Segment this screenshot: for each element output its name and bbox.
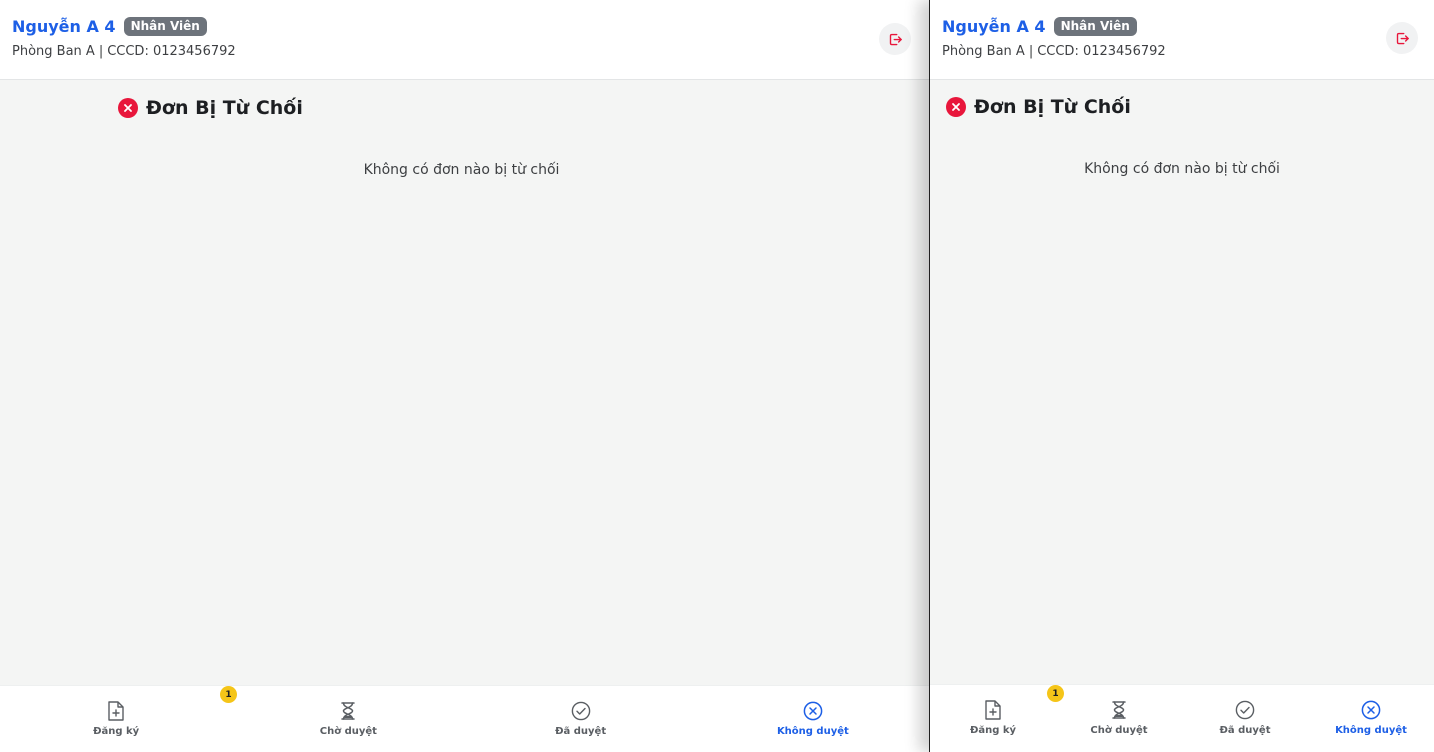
nav-label-rejected: Không duyệt	[776, 726, 849, 737]
nav-label-register: Đăng ký	[93, 726, 140, 737]
user-header: Nguyễn A 4 Nhân Viên Phòng Ban A | CCCD: 0…	[0, 0, 929, 80]
pending-count-badge: 1	[220, 686, 237, 703]
nav-label-pending: Chờ duyệt	[319, 726, 377, 737]
empty-state-message: Không có đơn nào bị từ chối	[1084, 161, 1280, 177]
file-plus-icon	[107, 700, 125, 722]
nav-item-approved[interactable]: Đã duyệt	[465, 686, 697, 752]
user-name: Nguyễn A 4	[942, 17, 1046, 36]
id-label: CCCD: 0123456792	[107, 44, 236, 59]
role-badge: Nhân Viên	[123, 17, 207, 36]
hourglass-icon	[1111, 699, 1127, 721]
nav-label-rejected: Không duyệt	[1335, 725, 1407, 736]
nav-item-pending[interactable]: Chờ duyệt	[232, 686, 464, 752]
bottom-nav: Đăng ký Chờ duyệt Đã duyệt Không duyệt 1	[0, 685, 929, 752]
nav-label-pending: Chờ duyệt	[1090, 725, 1148, 736]
nav-label-approved: Đã duyệt	[1219, 725, 1271, 736]
section-title: Đơn Bị Từ Chối	[118, 97, 303, 119]
nav-item-rejected[interactable]: Không duyệt	[697, 686, 929, 752]
user-line: Nguyễn A 4 Nhân Viên	[942, 17, 1137, 36]
app-window-left: Nguyễn A 4 Nhân Viên Phòng Ban A | CCCD: 0…	[0, 0, 929, 752]
role-badge: Nhân Viên	[1053, 17, 1137, 36]
page-title: Đơn Bị Từ Chối	[146, 97, 303, 119]
logout-icon	[889, 33, 902, 45]
user-header: Nguyễn A 4 Nhân Viên Phòng Ban A | CCCD: 0…	[930, 0, 1434, 80]
close-circle-icon	[118, 98, 138, 118]
app-window-right: Nguyễn A 4 Nhân Viên Phòng Ban A | CCCD: 0…	[929, 0, 1434, 752]
logout-button[interactable]	[1386, 22, 1418, 54]
logout-icon	[1396, 32, 1409, 44]
user-name: Nguyễn A 4	[12, 17, 116, 36]
logout-button[interactable]	[879, 23, 911, 55]
x-circle-icon	[803, 700, 823, 722]
nav-item-rejected[interactable]: Không duyệt	[1308, 685, 1434, 752]
nav-item-approved[interactable]: Đã duyệt	[1182, 685, 1308, 752]
meta-separator: |	[1028, 44, 1034, 59]
x-circle-icon	[1361, 699, 1381, 721]
check-circle-icon	[571, 700, 591, 722]
nav-label-register: Đăng ký	[969, 725, 1017, 736]
check-circle-icon	[1235, 699, 1255, 721]
user-meta: Phòng Ban A | CCCD: 0123456792	[942, 44, 1166, 59]
department-label: Phòng Ban A	[12, 44, 95, 59]
department-label: Phòng Ban A	[942, 44, 1025, 59]
nav-label-approved: Đã duyệt	[555, 726, 607, 737]
section-title: Đơn Bị Từ Chối	[946, 96, 1131, 118]
file-plus-icon	[984, 699, 1002, 721]
bottom-nav: Đăng ký Chờ duyệt Đã duyệt Không duyệt 1	[930, 684, 1434, 752]
nav-item-pending[interactable]: Chờ duyệt	[1056, 685, 1182, 752]
nav-item-register[interactable]: Đăng ký	[0, 686, 232, 752]
meta-separator: |	[98, 44, 104, 59]
nav-item-register[interactable]: Đăng ký	[930, 685, 1056, 752]
user-line: Nguyễn A 4 Nhân Viên	[12, 17, 207, 36]
user-meta: Phòng Ban A | CCCD: 0123456792	[12, 44, 236, 59]
close-circle-icon	[946, 97, 966, 117]
empty-state-message: Không có đơn nào bị từ chối	[363, 162, 560, 178]
hourglass-icon	[340, 700, 356, 722]
pending-count-badge: 1	[1047, 685, 1064, 702]
id-label: CCCD: 0123456792	[1037, 44, 1166, 59]
page-title: Đơn Bị Từ Chối	[974, 96, 1131, 118]
